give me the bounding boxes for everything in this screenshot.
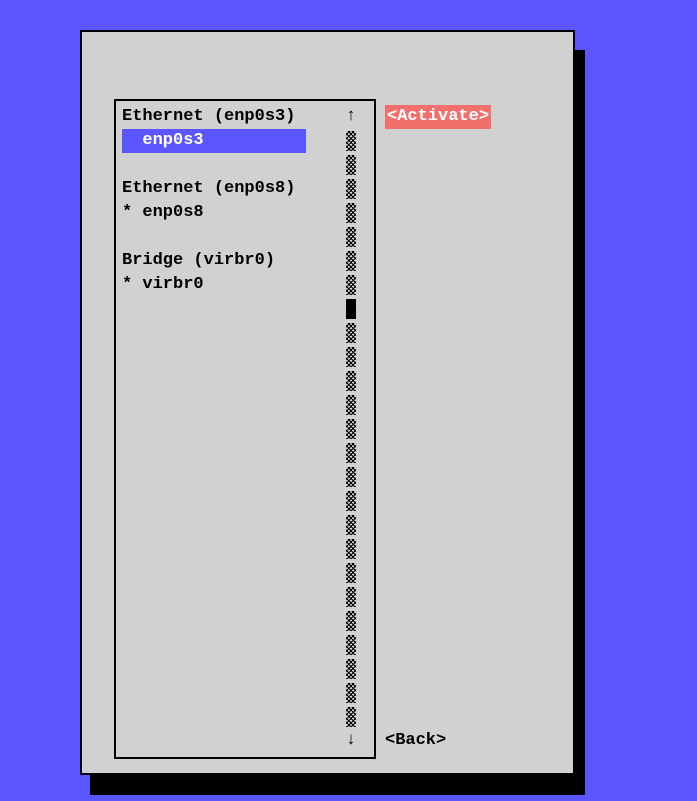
scrollbar-track-cell[interactable] — [344, 585, 358, 609]
network-dialog: Ethernet (enp0s3) enp0s3 Ethernet (enp0s… — [80, 30, 575, 775]
scrollbar-track-cell[interactable] — [344, 369, 358, 393]
scrollbar-track-cell[interactable] — [344, 681, 358, 705]
scrollbar-track-cell[interactable] — [344, 177, 358, 201]
scrollbar-track-cell[interactable] — [344, 225, 358, 249]
activate-button[interactable]: <Activate> — [385, 105, 491, 129]
scrollbar-track-cell[interactable] — [344, 609, 358, 633]
scrollbar-track-cell[interactable] — [344, 129, 358, 153]
back-button[interactable]: <Back> — [385, 729, 446, 753]
list-item[interactable]: * enp0s8 — [122, 201, 337, 225]
list-item[interactable]: Ethernet (enp0s3) — [122, 105, 337, 129]
list-item[interactable]: * virbr0 — [122, 273, 337, 297]
scrollbar-track-cell[interactable] — [344, 633, 358, 657]
scrollbar-thumb[interactable] — [344, 297, 358, 321]
connection-list[interactable]: Ethernet (enp0s3) enp0s3 Ethernet (enp0s… — [122, 105, 337, 297]
scrollbar-track-cell[interactable] — [344, 153, 358, 177]
list-item[interactable] — [122, 225, 337, 249]
scrollbar-track-cell[interactable] — [344, 393, 358, 417]
scrollbar-track-cell[interactable] — [344, 249, 358, 273]
list-item[interactable] — [122, 153, 337, 177]
scrollbar-track-cell[interactable] — [344, 489, 358, 513]
list-item[interactable]: enp0s3 — [122, 129, 337, 153]
scrollbar[interactable]: ↑ ↓ — [344, 105, 358, 753]
scroll-down-arrow-icon[interactable]: ↓ — [344, 729, 358, 753]
scrollbar-track-cell[interactable] — [344, 657, 358, 681]
scrollbar-track[interactable] — [344, 129, 358, 729]
scrollbar-track-cell[interactable] — [344, 537, 358, 561]
scroll-up-arrow-icon[interactable]: ↑ — [344, 105, 358, 129]
scrollbar-track-cell[interactable] — [344, 513, 358, 537]
scrollbar-track-cell[interactable] — [344, 345, 358, 369]
scrollbar-track-cell[interactable] — [344, 465, 358, 489]
scrollbar-track-cell[interactable] — [344, 273, 358, 297]
list-item[interactable]: Ethernet (enp0s8) — [122, 177, 337, 201]
scrollbar-track-cell[interactable] — [344, 321, 358, 345]
scrollbar-track-cell[interactable] — [344, 441, 358, 465]
scrollbar-track-cell[interactable] — [344, 201, 358, 225]
scrollbar-track-cell[interactable] — [344, 705, 358, 729]
list-item[interactable]: Bridge (virbr0) — [122, 249, 337, 273]
scrollbar-track-cell[interactable] — [344, 417, 358, 441]
right-button-column: <Activate> — [385, 105, 491, 129]
scrollbar-track-cell[interactable] — [344, 561, 358, 585]
